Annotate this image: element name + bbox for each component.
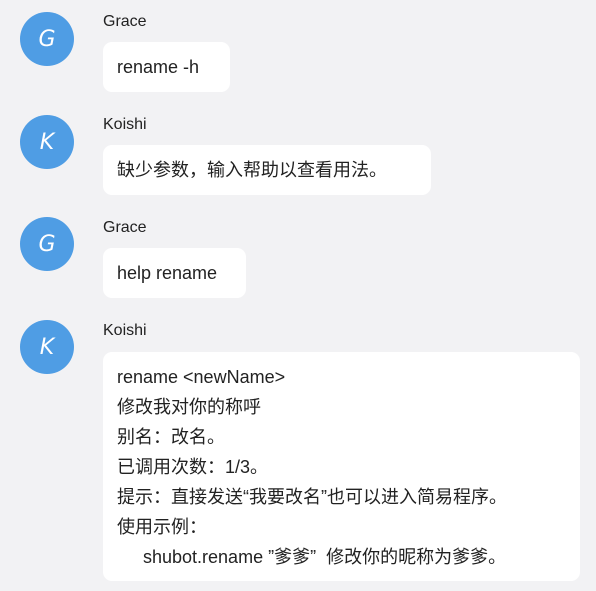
message-line: shubot.rename ”爹爹” 修改你的昵称为爹爹。 <box>143 547 507 567</box>
avatar[interactable]: K <box>20 320 74 374</box>
message-bubble: 缺少参数，输入帮助以查看用法。 <box>103 145 431 195</box>
avatar[interactable]: K <box>20 115 74 169</box>
avatar[interactable]: G <box>20 217 74 271</box>
avatar-letter: G <box>38 231 56 257</box>
message-line: rename -h <box>117 57 200 77</box>
message-line: 缺少参数，输入帮助以查看用法。 <box>117 160 387 180</box>
message-line: 修改我对你的称呼 <box>117 397 261 417</box>
avatar-letter: G <box>38 26 56 52</box>
sender-name: Grace <box>103 219 147 236</box>
message-line: 提示：直接发送“我要改名”也可以进入简易程序。 <box>117 487 507 507</box>
avatar-letter: K <box>39 334 55 360</box>
sender-name: Grace <box>103 13 147 30</box>
message-line: help rename <box>117 263 218 283</box>
sender-name: Koishi <box>103 322 147 339</box>
message-line: rename <newName> <box>117 367 286 387</box>
avatar[interactable]: G <box>20 12 74 66</box>
message-bubble: rename -h <box>103 42 230 92</box>
message-line: 使用示例： <box>117 517 207 537</box>
sender-name: Koishi <box>103 116 147 133</box>
message-bubble: help rename <box>103 248 246 298</box>
chat-log: G Grace rename -h K Koishi 缺少参数，输入帮助以查看用… <box>0 0 596 591</box>
message-line: 已调用次数：1/3。 <box>117 457 269 477</box>
message-bubble: rename <newName> 修改我对你的称呼 别名：改名。 已调用次数：1… <box>103 352 580 581</box>
avatar-letter: K <box>39 129 55 155</box>
message-line: 别名：改名。 <box>117 427 225 447</box>
